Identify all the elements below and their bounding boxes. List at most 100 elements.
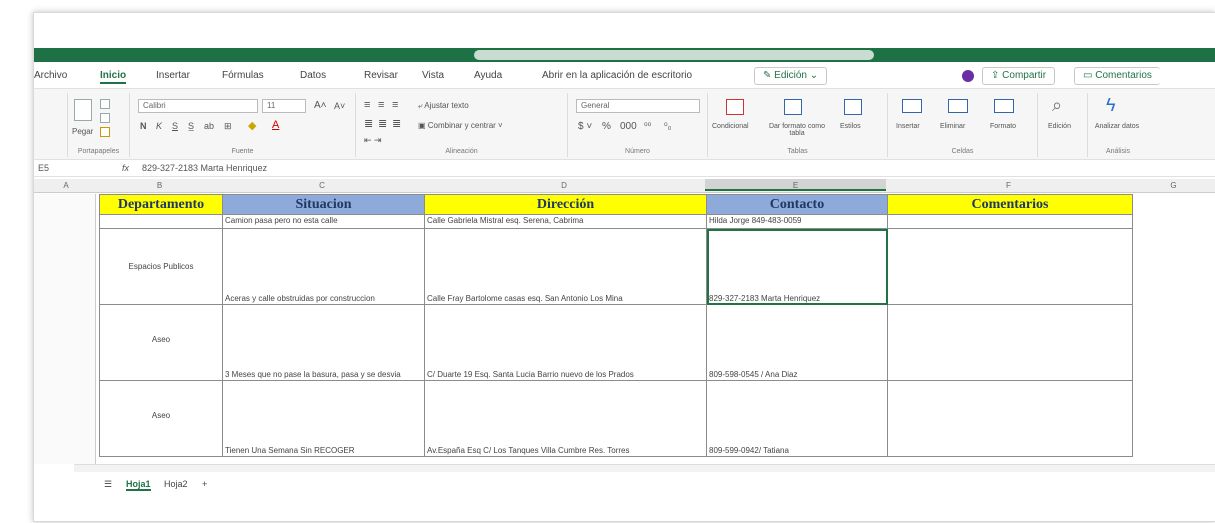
cell-departamento[interactable]: Espacios Publicos [99, 228, 223, 305]
cell-styles-icon[interactable] [844, 99, 862, 115]
tab-datos[interactable]: Datos [300, 70, 326, 81]
conditional-format-label[interactable]: Condicional [712, 123, 749, 130]
tab-insertar[interactable]: Insertar [156, 70, 190, 81]
fill-color-icon[interactable]: ◆ [248, 119, 256, 132]
cell-contacto[interactable]: 809-599-0942/ Tatiana [706, 380, 888, 457]
percent-icon[interactable]: % [602, 121, 611, 132]
column-header-e[interactable]: E [705, 179, 886, 191]
tab-ayuda[interactable]: Ayuda [474, 70, 502, 81]
cell-comentarios[interactable] [887, 304, 1133, 381]
cell-situacion[interactable]: 3 Meses que no pase la basura, pasa y se… [222, 304, 425, 381]
cell-contacto-selected[interactable]: 829-327-2183 Marta Henriquez [706, 228, 888, 305]
decrease-decimal-icon[interactable]: ⁰₀ [664, 121, 671, 132]
indent-icon[interactable]: ⇤ ⇥ [364, 135, 382, 146]
tab-archivo[interactable]: Archivo [34, 70, 67, 81]
cell-situacion[interactable]: Camion pasa pero no esta calle [222, 214, 425, 229]
cell-direccion[interactable]: Av.España Esq C/ Los Tanques Villa Cumbr… [424, 380, 707, 457]
tab-revisar[interactable]: Revisar [364, 70, 398, 81]
open-desktop-link[interactable]: Abrir en la aplicación de escritorio [542, 70, 692, 81]
decrease-font-icon[interactable]: A˅ [334, 101, 345, 111]
format-painter-icon[interactable] [100, 127, 110, 137]
wrap-text-button[interactable]: ⤶ Ajustar texto [418, 101, 469, 111]
strikethrough-icon[interactable]: ab [204, 121, 214, 131]
tab-inicio[interactable]: Inicio [100, 70, 127, 84]
column-header-a[interactable]: A [38, 181, 94, 190]
font-name-select[interactable]: Calibri [138, 99, 258, 113]
insert-label[interactable]: Insertar [896, 123, 920, 130]
double-underline-icon[interactable]: S̲ [188, 121, 194, 131]
cell-direccion[interactable]: C/ Duarte 19 Esq. Santa Lucia Barrio nue… [424, 304, 707, 381]
analyze-data-icon[interactable]: ϟ [1106, 95, 1116, 116]
copy-icon[interactable] [100, 113, 110, 123]
tab-vista[interactable]: Vista [422, 70, 444, 81]
analyze-data-label[interactable]: Analizar datos [1094, 123, 1140, 130]
column-header-f[interactable]: F [886, 181, 1131, 190]
cell-direccion[interactable]: Calle Gabriela Mistral esq. Serena, Cabr… [424, 214, 707, 229]
format-cells-icon[interactable] [994, 99, 1014, 113]
formula-input[interactable]: 829-327-2183 Marta Henriquez [142, 163, 267, 173]
cell-departamento[interactable] [99, 214, 223, 229]
header-departamento[interactable]: Departamento [99, 194, 223, 215]
header-comentarios[interactable]: Comentarios [887, 194, 1133, 215]
column-header-d[interactable]: D [423, 181, 705, 190]
number-format-select[interactable]: General [576, 99, 700, 113]
align-bottom-icon[interactable]: ≡ [392, 99, 398, 111]
increase-font-icon[interactable]: A˄ [314, 100, 327, 111]
delete-cells-icon[interactable] [948, 99, 968, 113]
copilot-icon[interactable] [962, 70, 974, 82]
column-header-c[interactable]: C [221, 181, 423, 190]
borders-icon[interactable]: ⊞ [224, 121, 232, 132]
cell-situacion[interactable]: Tienen Una Semana Sin RECOGER [222, 380, 425, 457]
fx-icon[interactable]: fx [122, 163, 129, 173]
cell-comentarios[interactable] [887, 228, 1133, 305]
comma-style-icon[interactable]: 000 [620, 121, 637, 132]
italic-icon[interactable]: K [156, 121, 162, 131]
header-direccion[interactable]: Dirección [424, 194, 707, 215]
header-contacto[interactable]: Contacto [706, 194, 888, 215]
align-right-icon[interactable]: ≣ [392, 117, 401, 130]
delete-label[interactable]: Eliminar [940, 123, 965, 130]
sheet-list-icon[interactable]: ☰ [104, 479, 112, 490]
edit-label[interactable]: Edición [1048, 123, 1071, 130]
align-top-icon[interactable]: ≡ [364, 99, 370, 111]
align-left-icon[interactable]: ≣ [364, 117, 373, 130]
cell-contacto[interactable]: 809-598-0545 / Ana Diaz [706, 304, 888, 381]
cell-comentarios[interactable] [887, 380, 1133, 457]
bold-icon[interactable]: N [140, 121, 147, 131]
format-table-icon[interactable] [784, 99, 802, 115]
align-middle-icon[interactable]: ≡ [378, 99, 384, 111]
share-button[interactable]: ⇪ Compartir [982, 67, 1056, 85]
cell-departamento[interactable]: Aseo [99, 304, 223, 381]
tab-formulas[interactable]: Fórmulas [222, 70, 264, 81]
column-header-g[interactable]: G [1131, 181, 1215, 190]
cell-contacto[interactable]: Hilda Jorge 849-483-0059 [706, 214, 888, 229]
conditional-format-icon[interactable] [726, 99, 744, 115]
format-table-label[interactable]: Dar formato como tabla [764, 123, 830, 137]
editing-mode-button[interactable]: ✎ Edición ⌄ [754, 67, 828, 85]
column-header-b[interactable]: B [98, 181, 221, 190]
sheet-tab-hoja1[interactable]: Hoja1 [126, 479, 151, 491]
increase-decimal-icon[interactable]: ⁰⁰ [644, 121, 651, 132]
header-situacion[interactable]: Situacion [222, 194, 425, 215]
cell-departamento[interactable]: Aseo [99, 380, 223, 457]
horizontal-scrollbar[interactable] [74, 464, 1215, 472]
comments-button[interactable]: ▭ Comentarios [1074, 67, 1160, 85]
font-size-select[interactable]: 11 [262, 99, 306, 113]
search-box[interactable] [474, 50, 874, 60]
styles-label[interactable]: Estilos [840, 123, 861, 130]
cell-direccion[interactable]: Calle Fray Bartolome casas esq. San Anto… [424, 228, 707, 305]
align-center-icon[interactable]: ≣ [378, 117, 387, 130]
merge-center-button[interactable]: ▣ Combinar y centrar ˅ [418, 121, 503, 130]
insert-cells-icon[interactable] [902, 99, 922, 113]
paste-icon[interactable] [74, 99, 92, 121]
underline-icon[interactable]: S [172, 121, 178, 131]
name-box[interactable]: E5 [38, 163, 49, 173]
format-label[interactable]: Formato [990, 123, 1016, 130]
paste-label[interactable]: Pegar [72, 127, 93, 136]
cell-situacion[interactable]: Aceras y calle obstruidas por construcci… [222, 228, 425, 305]
add-sheet-button[interactable]: + [202, 479, 207, 489]
currency-icon[interactable]: $ ˅ [578, 121, 592, 132]
cut-icon[interactable] [100, 99, 110, 109]
cell-comentarios[interactable] [887, 214, 1133, 229]
sheet-tab-hoja2[interactable]: Hoja2 [164, 479, 188, 489]
